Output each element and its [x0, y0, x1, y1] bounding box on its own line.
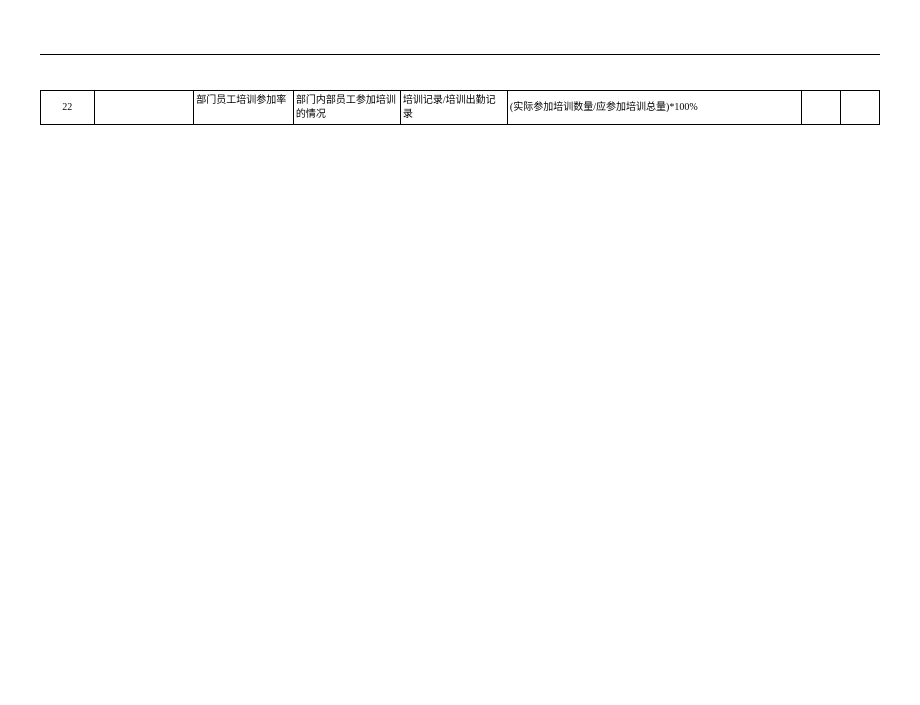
document-page: 22 部门员工培训参加率 部门内部员工参加培训的情况 培训记录/培训出勤记录 (… — [0, 54, 920, 705]
header-separator — [40, 54, 880, 55]
cell-indicator-name: 部门员工培训参加率 — [194, 91, 294, 125]
cell-seq: 22 — [41, 91, 95, 125]
cell-definition: 部门内部员工参加培训的情况 — [293, 91, 400, 125]
cell-data-source: 培训记录/培训出勤记录 — [400, 91, 507, 125]
cell-g — [841, 91, 880, 125]
cell-a — [94, 91, 194, 125]
cell-f — [802, 91, 841, 125]
kpi-table: 22 部门员工培训参加率 部门内部员工参加培训的情况 培训记录/培训出勤记录 (… — [40, 90, 880, 125]
table-container: 22 部门员工培训参加率 部门内部员工参加培训的情况 培训记录/培训出勤记录 (… — [40, 90, 880, 125]
table-row: 22 部门员工培训参加率 部门内部员工参加培训的情况 培训记录/培训出勤记录 (… — [41, 91, 880, 125]
cell-formula: (实际参加培训数量/应参加培训总量)*100% — [507, 91, 801, 125]
